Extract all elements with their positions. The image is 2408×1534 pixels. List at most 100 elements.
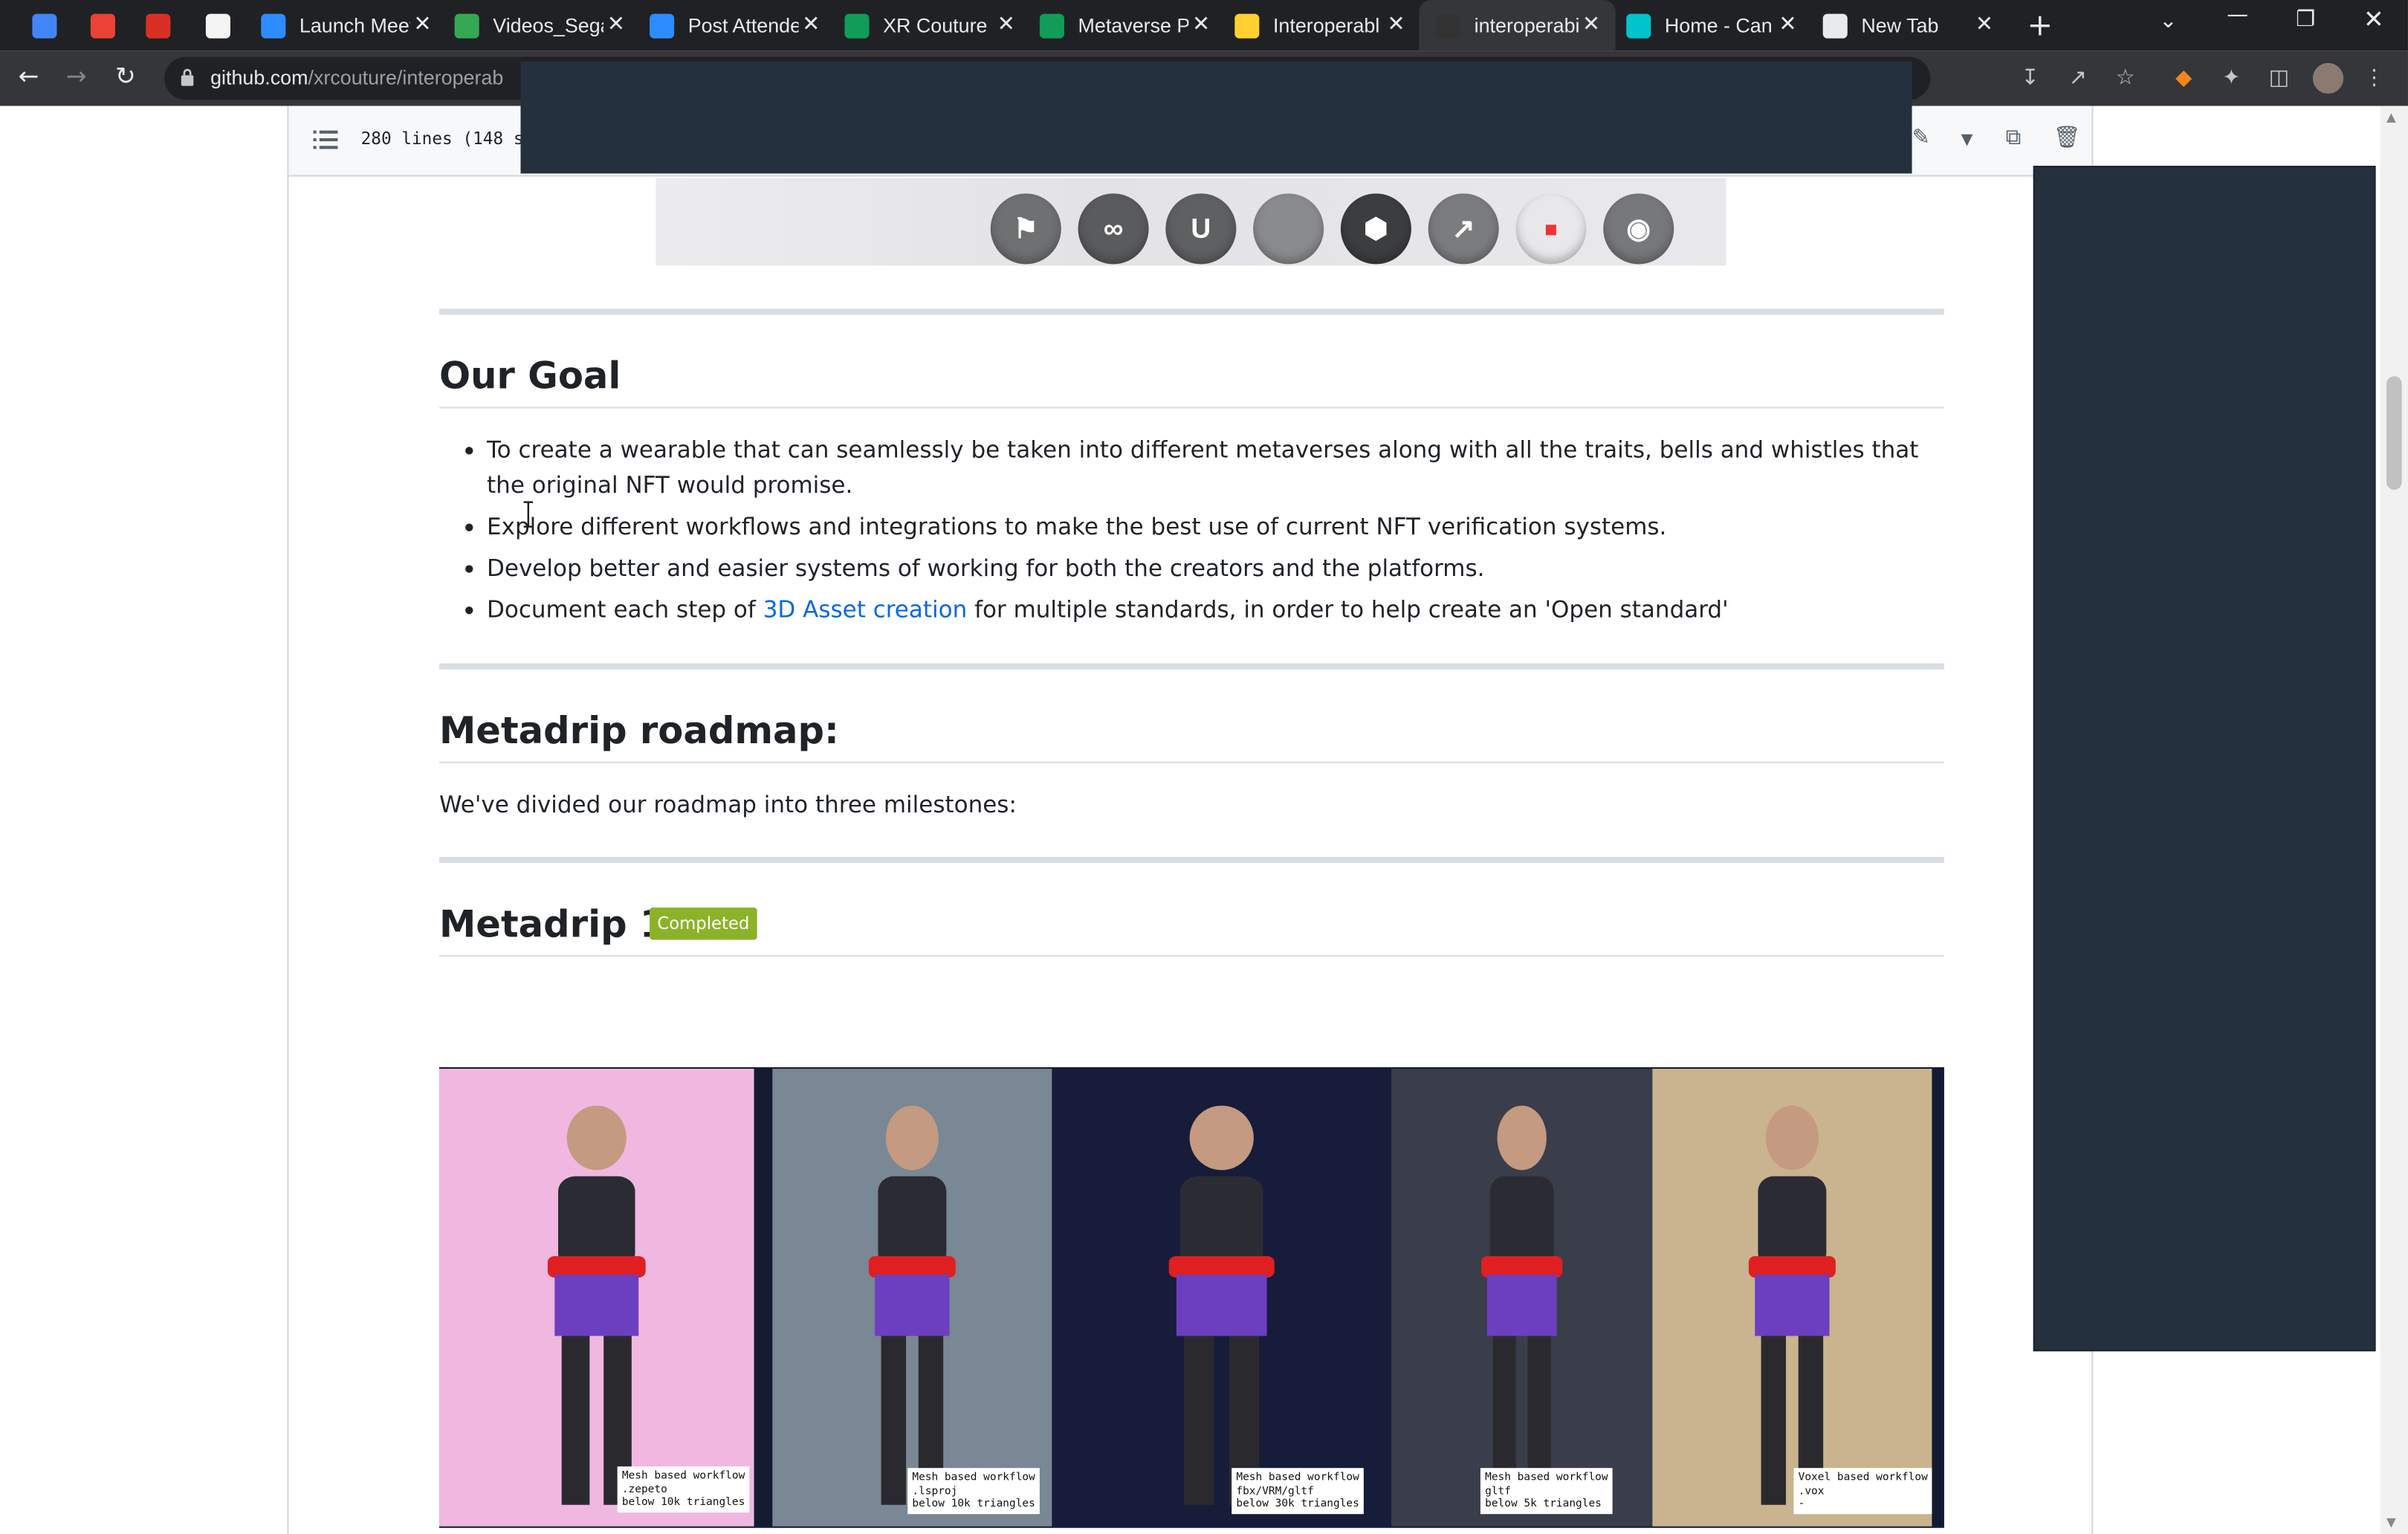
drive-icon — [454, 13, 479, 38]
tab-close-icon[interactable]: ✕ — [997, 13, 1015, 37]
minimize-button[interactable]: — — [2227, 3, 2248, 27]
share-icon[interactable]: ↗ — [2064, 65, 2091, 92]
roadmap-text: We've divided our roadmap into three mil… — [438, 791, 1017, 819]
avatar-image — [1052, 1069, 1392, 1527]
browser-tab[interactable]: Home - Can ✕ — [1620, 0, 1812, 51]
roadmap-heading: Metadrip roadmap: — [438, 709, 839, 753]
forward-button[interactable]: → — [66, 62, 87, 91]
notification-icon — [146, 13, 171, 38]
delete-trash-icon[interactable]: 🗑 — [2053, 126, 2081, 150]
tab-close-icon[interactable]: ✕ — [1582, 13, 1600, 37]
goal-item: Develop better and easier systems of wor… — [465, 551, 1946, 587]
metamask-extension-icon[interactable]: ◆ — [2170, 65, 2198, 92]
asset-creation-link[interactable]: 3D Asset creation — [763, 596, 968, 624]
browser-tab[interactable]: Videos_Sega ✕ — [448, 0, 640, 51]
browser-tab[interactable] — [140, 0, 186, 51]
avatar-image — [772, 1069, 1052, 1527]
section-divider — [438, 856, 1944, 864]
tab-title: interoperabi — [1474, 13, 1580, 37]
miro-icon — [1234, 13, 1260, 38]
tab-search-chevron-icon[interactable]: ⌄ — [2159, 9, 2177, 33]
edit-pencil-icon[interactable]: ✎ — [1912, 126, 1930, 150]
text-cursor-icon — [523, 501, 534, 528]
calendar-icon — [32, 13, 57, 38]
browser-tab[interactable] — [26, 0, 72, 51]
heading-rule — [438, 407, 1944, 409]
tab-close-icon[interactable]: ✕ — [1387, 13, 1405, 37]
tab-title: Videos_Sega — [493, 13, 604, 37]
url-text: github.com/xrcouture/interoperab — [210, 65, 504, 89]
avatar-image — [1652, 1069, 1932, 1527]
avatar-image — [438, 1069, 754, 1527]
browser-tab[interactable]: Launch Meet ✕ — [255, 0, 447, 51]
sandbox-logo: ↗ — [1428, 193, 1499, 265]
sheets-icon — [1039, 13, 1064, 38]
browser-tab[interactable]: Post Attende ✕ — [644, 0, 835, 51]
tab-close-icon[interactable]: ✕ — [1975, 13, 1993, 37]
tab-title: Metaverse P — [1078, 13, 1189, 37]
browser-tab[interactable] — [200, 0, 246, 51]
lock-icon — [181, 68, 194, 86]
tab-close-icon[interactable]: ✕ — [607, 13, 625, 37]
restore-button[interactable]: ❐ — [2296, 7, 2315, 32]
browser-tab[interactable]: XR Couture ✕ — [838, 0, 1030, 51]
browser-tab[interactable]: New Tab ✕ — [1816, 0, 2008, 51]
photo-icon — [205, 13, 230, 38]
heading-rule — [438, 761, 1944, 763]
tab-title: Home - Can — [1664, 13, 1773, 37]
goal-item: Explore different workflows and integrat… — [465, 510, 1946, 546]
tab-title: New Tab — [1861, 13, 1939, 37]
tab-close-icon[interactable]: ✕ — [413, 13, 431, 37]
tab-close-icon[interactable]: ✕ — [1779, 13, 1796, 37]
unreal-logo: U — [1165, 193, 1237, 265]
reload-button[interactable]: ↻ — [115, 62, 136, 91]
goal-item: Document each step of 3D Asset creation … — [465, 593, 1946, 629]
edit-dropdown-chevron-icon[interactable]: ▼ — [1961, 132, 1973, 149]
side-panel-icon[interactable]: ◫ — [2265, 65, 2293, 92]
file-lines-info: 280 lines (148 s — [360, 129, 524, 149]
browser-tab-strip: Launch Meet ✕ Videos_Sega ✕ Post Attende ✕ XR … — [0, 0, 2408, 51]
completed-badge: Completed — [650, 907, 757, 940]
browser-tab[interactable]: Interoperabl ✕ — [1229, 0, 1420, 51]
scrollbar-thumb[interactable] — [2386, 376, 2402, 491]
section-divider — [438, 663, 1944, 670]
tab-close-icon[interactable]: ✕ — [802, 13, 820, 37]
browser-tab[interactable]: interoperabi ✕ — [1419, 0, 1616, 51]
close-window-button[interactable]: ✕ — [2363, 4, 2384, 33]
scroll-down-arrow-icon[interactable]: ▼ — [2386, 1515, 2396, 1530]
sheets-icon — [844, 13, 870, 38]
copy-icon[interactable]: ⧉ — [2006, 126, 2022, 150]
avatar-caption: Voxel based workflow .vox - — [1793, 1468, 1933, 1514]
new-tab-button[interactable]: + — [2027, 6, 2053, 43]
menu-kebab-icon[interactable]: ⋮ — [2360, 65, 2388, 92]
chrome-icon — [1822, 13, 1848, 38]
avatar-caption: Mesh based workflow .lsproj below 10k tr… — [907, 1468, 1040, 1514]
avatar-showcase-image: Mesh based workflow .zepeto below 10k tr… — [438, 1067, 1944, 1528]
extensions-puzzle-icon[interactable]: ✦ — [2218, 65, 2245, 92]
tab-title: Post Attende — [687, 13, 799, 37]
tab-title: Interoperabl — [1272, 13, 1380, 37]
infinity-logo: ∞ — [1078, 193, 1149, 265]
section-divider — [438, 308, 1944, 315]
decentraland-logo: ⚑ — [990, 193, 1061, 265]
install-icon[interactable]: ↧ — [2016, 65, 2044, 92]
avatar-caption: Mesh based workflow .zepeto below 10k tr… — [617, 1466, 750, 1512]
browser-tab[interactable] — [85, 0, 131, 51]
profile-avatar[interactable] — [2312, 62, 2344, 94]
goal-heading: Our Goal — [438, 355, 621, 398]
tab-title: XR Couture — [883, 13, 988, 37]
page-scrollbar[interactable]: ▲ ▼ — [2380, 106, 2408, 1534]
back-button[interactable]: ← — [19, 62, 39, 91]
heading-rule — [438, 955, 1944, 957]
zoom-icon — [650, 13, 675, 38]
avatar-caption: Mesh based workflow fbx/VRM/gltf below 3… — [1231, 1468, 1365, 1514]
scroll-up-arrow-icon[interactable]: ▲ — [2386, 111, 2396, 125]
browser-tab[interactable]: Metaverse P ✕ — [1034, 0, 1226, 51]
platform-logo-strip: ⚑ ∞ U ⬢ ↗ ■ ◉ — [656, 178, 1726, 266]
goal-item: To create a wearable that can seamlessly… — [465, 433, 1946, 504]
tab-close-icon[interactable]: ✕ — [1192, 13, 1210, 37]
canva-icon — [1626, 13, 1651, 38]
gmail-icon — [90, 13, 115, 38]
bookmark-star-icon[interactable]: ☆ — [2111, 65, 2139, 92]
outline-list-icon[interactable] — [313, 129, 338, 151]
